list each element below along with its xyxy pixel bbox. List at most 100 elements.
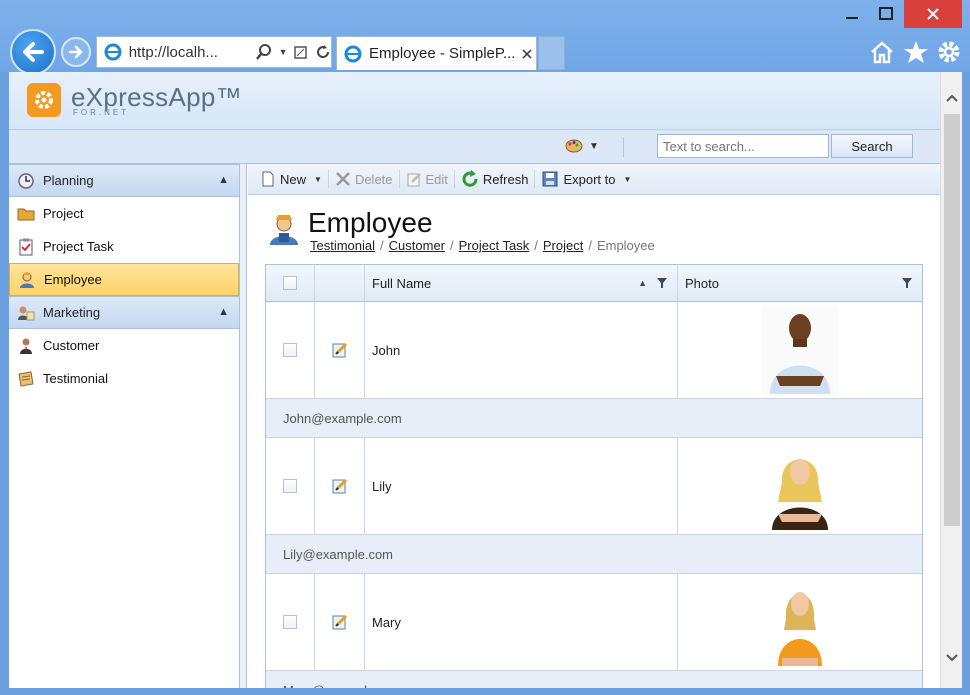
row-checkbox[interactable] xyxy=(283,343,297,357)
row-preview-email: John@example.com xyxy=(266,399,922,438)
browser-tab-active[interactable]: Employee - SimpleP... xyxy=(336,36,537,70)
scroll-up-icon[interactable] xyxy=(944,90,960,106)
refresh-icon xyxy=(462,170,478,187)
chevron-up-icon[interactable]: ▲ xyxy=(218,174,229,186)
nav-item-project[interactable]: Project xyxy=(9,197,239,230)
row-edit-cell xyxy=(315,574,365,670)
row-checkbox[interactable] xyxy=(283,615,297,629)
search-button[interactable]: Search xyxy=(831,134,913,158)
chevron-down-icon[interactable]: ▼ xyxy=(623,175,631,184)
close-icon xyxy=(927,8,939,20)
breadcrumb-separator: / xyxy=(534,238,538,253)
new-button-label: New xyxy=(280,171,307,187)
scroll-thumb[interactable] xyxy=(944,114,960,526)
favorites-button[interactable] xyxy=(902,38,930,66)
delete-button[interactable]: Delete xyxy=(329,164,399,195)
page-title: Employee xyxy=(308,207,433,238)
full-name-cell: John xyxy=(365,302,678,398)
home-button[interactable] xyxy=(868,38,896,66)
refresh-icon[interactable] xyxy=(315,44,331,60)
maximize-button[interactable] xyxy=(866,0,906,28)
nav-item-testimonial[interactable]: Testimonial xyxy=(9,362,239,395)
edit-icon[interactable] xyxy=(331,341,349,359)
row-edit-cell xyxy=(315,302,365,398)
scroll-down-icon[interactable] xyxy=(944,650,960,666)
app-header: eXpressApp™ FOR.NET xyxy=(9,72,940,130)
nav-item-project-task[interactable]: Project Task xyxy=(9,230,239,263)
star-icon xyxy=(904,41,928,63)
panel-splitter[interactable] xyxy=(240,164,247,688)
filter-icon[interactable] xyxy=(657,277,667,289)
breadcrumb-link-customer[interactable]: Customer xyxy=(389,238,445,253)
dropdown-icon[interactable]: ▼ xyxy=(279,47,288,57)
main-content: Employee Testimonial / Customer / Projec… xyxy=(248,195,940,688)
breadcrumb-link-testimonial[interactable]: Testimonial xyxy=(310,238,375,253)
nav-item-employee[interactable]: Employee xyxy=(9,263,239,296)
breadcrumb-separator: / xyxy=(380,238,384,253)
chevron-down-icon[interactable]: ▼ xyxy=(314,175,322,184)
column-header-full-name[interactable]: Full Name ▲ xyxy=(365,265,678,301)
export-button-label: Export to xyxy=(563,171,616,187)
refresh-button[interactable]: Refresh xyxy=(455,164,535,195)
breadcrumb-link-project-task[interactable]: Project Task xyxy=(459,238,530,253)
page-scrollbar[interactable] xyxy=(940,72,962,688)
compatibility-view-icon[interactable] xyxy=(293,44,309,60)
nav-item-label: Project Task xyxy=(43,239,114,254)
tools-button[interactable] xyxy=(935,38,963,66)
row-checkbox[interactable] xyxy=(283,479,297,493)
forward-button[interactable] xyxy=(61,37,91,67)
employee-grid: Full Name ▲ Photo John John@example.com … xyxy=(265,264,923,688)
breadcrumb-separator: / xyxy=(588,238,592,253)
row-select-cell xyxy=(266,574,315,670)
tab-title: Employee - SimpleP... xyxy=(369,45,515,62)
table-row[interactable]: Lily xyxy=(266,438,922,535)
web-page: eXpressApp™ FOR.NET ▼ Search Planning ▲ … xyxy=(9,72,940,688)
new-tab-button[interactable] xyxy=(538,36,565,70)
maximize-icon xyxy=(879,7,893,20)
photo-cell xyxy=(678,574,922,670)
theme-picker[interactable]: ▼ xyxy=(565,138,599,154)
column-header-photo[interactable]: Photo xyxy=(678,265,922,301)
forward-arrow-icon xyxy=(68,45,83,59)
ie-logo-icon xyxy=(104,43,122,61)
table-row[interactable]: John xyxy=(266,302,922,399)
breadcrumb: Testimonial / Customer / Project Task / … xyxy=(310,238,655,253)
sort-ascending-icon[interactable]: ▲ xyxy=(638,278,647,289)
export-icon xyxy=(542,171,558,187)
new-document-icon xyxy=(262,171,274,187)
search-input[interactable] xyxy=(657,134,829,158)
palette-icon xyxy=(565,139,583,153)
close-tab-icon[interactable] xyxy=(521,48,533,60)
task-icon xyxy=(17,238,35,256)
grid-header: Full Name ▲ Photo xyxy=(266,265,922,302)
select-all-checkbox[interactable] xyxy=(283,276,297,290)
photo-cell xyxy=(678,302,922,398)
nav-item-label: Employee xyxy=(44,272,102,287)
search-icon[interactable] xyxy=(255,43,273,61)
new-button[interactable]: New ▼ xyxy=(254,164,328,195)
navigation-panel: Planning ▲ Project Project Task Employee xyxy=(9,164,240,688)
nav-item-customer[interactable]: Customer xyxy=(9,329,239,362)
edit-icon[interactable] xyxy=(331,477,349,495)
breadcrumb-link-project[interactable]: Project xyxy=(543,238,583,253)
filter-icon[interactable] xyxy=(902,277,912,289)
nav-group-marketing[interactable]: Marketing ▲ xyxy=(9,296,239,329)
full-name-cell: Lily xyxy=(365,438,678,534)
edit-icon[interactable] xyxy=(331,613,349,631)
app-logo-icon xyxy=(27,83,61,117)
back-button[interactable] xyxy=(10,29,56,75)
edit-button[interactable]: Edit xyxy=(400,164,454,195)
export-button[interactable]: Export to ▼ xyxy=(535,164,637,195)
browser-chrome: http://localh... ▼ Employee - SimpleP... xyxy=(0,0,970,75)
delete-icon xyxy=(336,172,350,186)
close-button[interactable] xyxy=(904,0,962,28)
chevron-up-icon[interactable]: ▲ xyxy=(218,306,229,318)
table-row[interactable]: Mary xyxy=(266,574,922,671)
row-edit-cell xyxy=(315,438,365,534)
toolbar: New ▼ Delete Edit Refresh Export to ▼ xyxy=(248,164,940,195)
employee-photo xyxy=(762,442,838,530)
row-preview-email: Lily@example.com xyxy=(266,535,922,574)
nav-group-planning[interactable]: Planning ▲ xyxy=(9,164,239,197)
delete-button-label: Delete xyxy=(354,171,393,187)
address-bar[interactable]: http://localh... ▼ xyxy=(96,36,332,68)
